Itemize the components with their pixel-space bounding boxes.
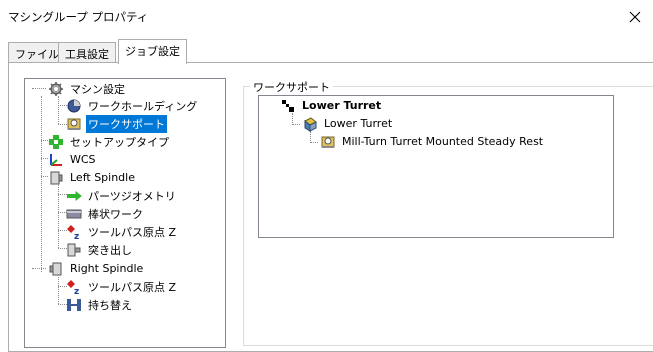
chuck-icon: [66, 98, 82, 114]
tree-item-steady-rest[interactable]: Mill-Turn Turret Mounted Steady Rest: [320, 133, 545, 150]
axes-icon: [48, 152, 64, 168]
tree-item-workholding[interactable]: ワークホールディング: [66, 97, 199, 114]
spindle-icon: [48, 170, 64, 186]
transfer-icon: [66, 297, 82, 313]
tab-job-settings[interactable]: ジョブ設定: [118, 39, 187, 64]
setup-type-icon: [48, 134, 64, 150]
tree-item-lower-turret-root[interactable]: Lower Turret: [280, 97, 383, 114]
tree-item-toolpath-origin-z-left[interactable]: z ツールパス原点 Z: [66, 223, 178, 240]
tree-item-toolpath-origin-z-right[interactable]: z ツールパス原点 Z: [66, 278, 178, 295]
work-support-group-label: ワークサポート: [250, 79, 333, 95]
tree-item-wcs[interactable]: WCS: [48, 151, 98, 168]
toolpath-origin-icon: z: [66, 279, 82, 295]
steady-rest-icon: [66, 116, 82, 132]
tab-tool-settings[interactable]: 工具設定: [58, 42, 116, 63]
turret-block-icon: [302, 116, 318, 132]
close-icon: [629, 11, 641, 22]
tree-item-machine-settings[interactable]: マシン設定: [48, 80, 127, 97]
close-button[interactable]: [617, 0, 653, 33]
tree-item-work-support[interactable]: ワークサポート: [66, 114, 167, 133]
green-arrow-icon: [66, 188, 82, 204]
bar-stock-icon: [66, 206, 82, 222]
window-title: マシングループ プロパティ: [8, 10, 149, 24]
stickout-icon: [66, 242, 82, 258]
tree-item-left-spindle[interactable]: Left Spindle: [48, 169, 137, 186]
steady-rest-icon: [320, 134, 336, 150]
tree-item-transfer[interactable]: 持ち替え: [66, 296, 134, 313]
tree-item-right-spindle[interactable]: Right Spindle: [48, 260, 145, 277]
tree-item-bar-stock[interactable]: 棒状ワーク: [66, 205, 145, 222]
turret-icon: [280, 98, 296, 114]
tab-strip: ファイル 工具設定 ジョブ設定: [8, 39, 653, 64]
title-bar: マシングループ プロパティ: [0, 0, 653, 33]
tree-item-lower-turret[interactable]: Lower Turret: [302, 115, 394, 132]
svg-text:z: z: [74, 287, 79, 295]
tree-item-stickout[interactable]: 突き出し: [66, 241, 134, 258]
tree-item-part-geometry[interactable]: パーツジオメトリ: [66, 187, 178, 204]
toolpath-origin-icon: z: [66, 224, 82, 240]
svg-text:z: z: [74, 232, 79, 240]
spindle-icon: [48, 261, 64, 277]
tree-item-setup-type[interactable]: セットアップタイプ: [48, 133, 171, 150]
gear-icon: [48, 81, 64, 97]
